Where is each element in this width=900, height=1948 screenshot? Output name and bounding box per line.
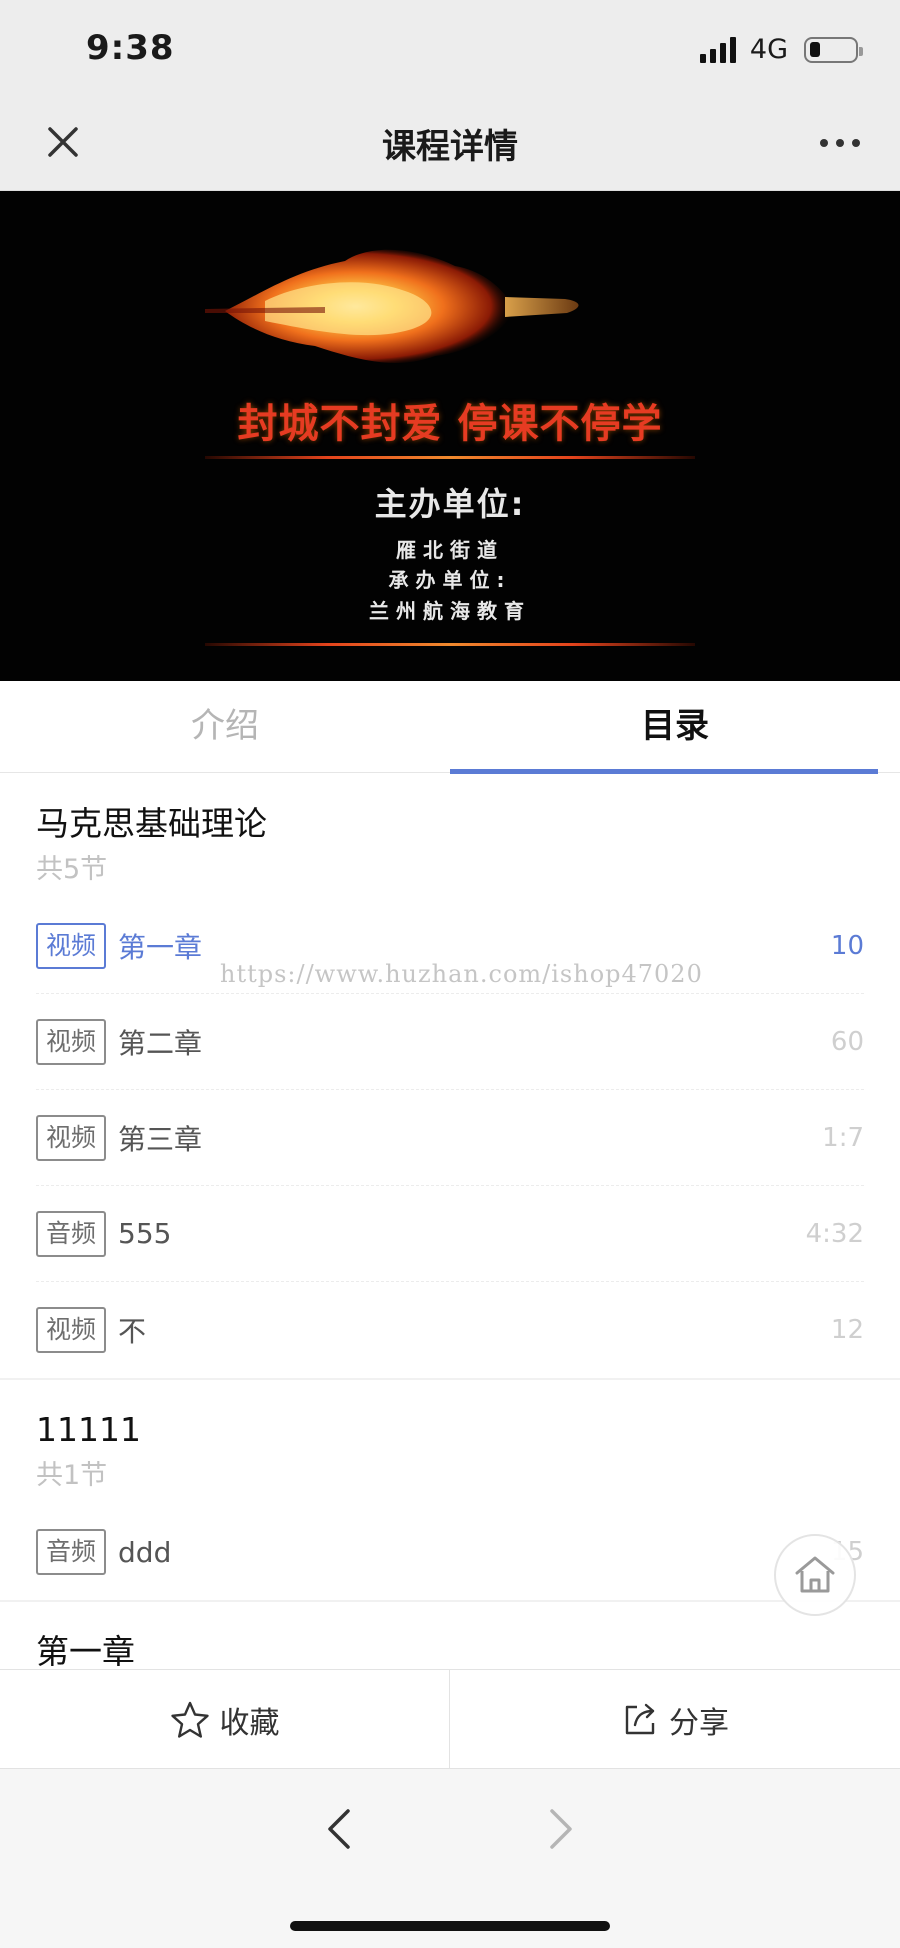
back-arrow-icon[interactable] bbox=[318, 1799, 362, 1859]
status-indicators: 4G bbox=[699, 34, 863, 65]
lesson-type-badge: 音频 bbox=[36, 1210, 107, 1257]
banner-organizer-label: 承办单位: bbox=[388, 568, 512, 592]
chapter-title: 马克思基础理论 bbox=[36, 804, 267, 843]
lesson-type-badge: 视频 bbox=[36, 1307, 107, 1353]
lesson-name: 不 bbox=[118, 1315, 147, 1348]
banner-headline: 封城不封爱 停课不停学 bbox=[237, 401, 663, 447]
lesson-duration: 60 bbox=[830, 1026, 864, 1057]
forward-arrow-icon[interactable] bbox=[538, 1799, 582, 1859]
chapter-title: 第一章 bbox=[36, 1632, 135, 1669]
home-button[interactable] bbox=[774, 1534, 856, 1616]
divider bbox=[205, 456, 695, 459]
browser-nav-bar bbox=[0, 1768, 900, 1948]
chapter: 马克思基础理论 共5节 视频 第一章 10 视频 第二章 60 视频 第三章 1… bbox=[0, 774, 900, 1380]
lesson-duration: 1:7 bbox=[822, 1122, 864, 1153]
lesson-name: ddd bbox=[118, 1535, 172, 1569]
page-title: 课程详情 bbox=[382, 127, 518, 167]
more-icon[interactable] bbox=[810, 121, 870, 165]
lesson-type-badge: 视频 bbox=[36, 922, 107, 969]
share-icon bbox=[625, 1703, 655, 1734]
lesson-item[interactable]: 视频 不 12 bbox=[36, 1282, 864, 1378]
lesson-duration: 10 bbox=[830, 930, 864, 961]
catalog-list: 马克思基础理论 共5节 视频 第一章 10 视频 第二章 60 视频 第三章 1… bbox=[0, 774, 900, 1669]
favorite-label: 收藏 bbox=[219, 1705, 280, 1741]
lesson-item[interactable]: 音频 ddd 15 bbox=[36, 1504, 864, 1600]
bullet-fire-image bbox=[205, 249, 579, 363]
lesson-name: 第二章 bbox=[118, 1026, 203, 1060]
signal-icon bbox=[699, 36, 736, 63]
status-time: 9:38 bbox=[86, 28, 175, 68]
tab-bar: 介绍 目录 bbox=[0, 681, 900, 774]
status-bar: 9:38 4G bbox=[0, 0, 900, 95]
chapter: 第一章 bbox=[0, 1602, 900, 1669]
banner-host-label: 主办单位: bbox=[374, 485, 526, 523]
favorite-button[interactable]: 收藏 bbox=[0, 1670, 450, 1769]
watermark: https://www.huzhan.com/ishop47020 bbox=[220, 960, 703, 988]
banner-organizer: 兰州航海教育 bbox=[369, 599, 531, 623]
banner-host: 雁北街道 bbox=[396, 538, 504, 562]
chapter-title: 11111 bbox=[36, 1410, 141, 1449]
lesson-name: 555 bbox=[118, 1217, 172, 1250]
lesson-item[interactable]: 音频 555 4:32 bbox=[36, 1186, 864, 1282]
course-banner[interactable]: 封城不封爱 停课不停学 主办单位: 雁北街道 承办单位: 兰州航海教育 bbox=[0, 191, 900, 681]
lesson-name: 第三章 bbox=[118, 1122, 203, 1156]
lesson-type-badge: 音频 bbox=[36, 1529, 107, 1575]
share-button[interactable]: 分享 bbox=[450, 1670, 900, 1769]
home-icon bbox=[795, 1556, 835, 1593]
lesson-type-badge: 视频 bbox=[36, 1018, 107, 1065]
battery-icon bbox=[804, 36, 863, 63]
tab-intro[interactable]: 介绍 bbox=[0, 681, 450, 773]
network-label: 4G bbox=[749, 34, 788, 65]
chapter: 11111 共1节 音频 ddd 15 bbox=[0, 1380, 900, 1602]
divider bbox=[205, 643, 695, 646]
lesson-duration: 12 bbox=[830, 1315, 864, 1345]
lesson-duration: 4:32 bbox=[805, 1218, 864, 1249]
lesson-item[interactable]: 视频 第二章 60 bbox=[36, 994, 864, 1090]
chapter-count: 共1节 bbox=[36, 1460, 108, 1491]
lesson-type-badge: 视频 bbox=[36, 1114, 107, 1161]
lesson-item[interactable]: 视频 第三章 1:7 bbox=[36, 1090, 864, 1186]
star-icon bbox=[170, 1701, 209, 1738]
lesson-name: 第一章 bbox=[118, 930, 203, 964]
share-label: 分享 bbox=[669, 1705, 729, 1741]
chapter-count: 共5节 bbox=[36, 854, 108, 885]
nav-bar: 课程详情 bbox=[0, 95, 900, 191]
action-bar: 收藏 分享 bbox=[0, 1669, 900, 1769]
home-indicator bbox=[290, 1921, 610, 1931]
tab-catalog[interactable]: 目录 bbox=[450, 681, 900, 773]
